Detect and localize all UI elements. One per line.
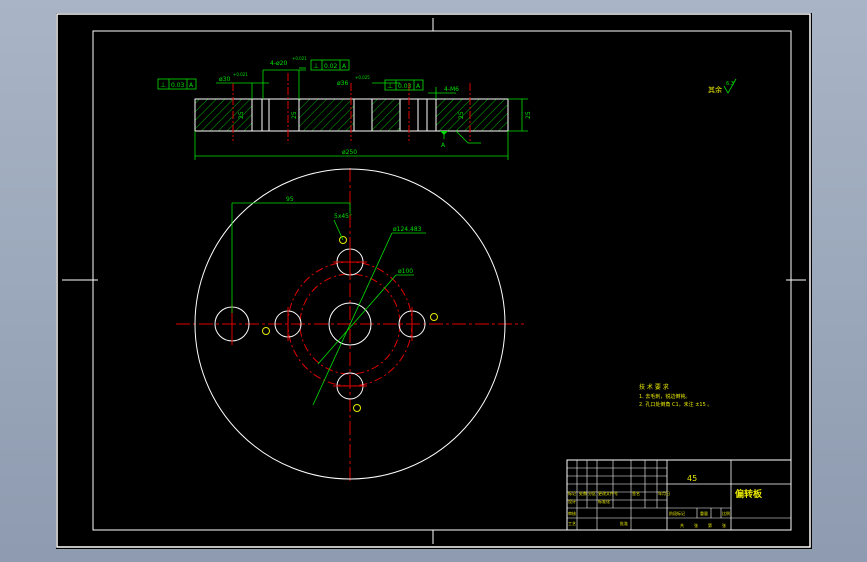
outer-border (56, 13, 811, 548)
svg-text:A: A (342, 63, 347, 70)
svg-text:批准: 批准 (620, 520, 628, 526)
dim-offset: 95 (286, 196, 294, 203)
svg-text:设计: 设计 (568, 498, 576, 504)
datum-symbol: A (440, 130, 481, 149)
tech-req-item-2: 2. 孔口处倒角 C1，未注 ±15 。 (639, 401, 712, 408)
dim-vertical-3: 25 (458, 111, 465, 119)
tol-box-3: ⊥ 0.03 A (384, 79, 424, 91)
part-name: 偏转板 (735, 488, 763, 500)
dim-hole-left-tol: +0.021 (233, 72, 248, 77)
svg-text:A: A (441, 142, 446, 149)
svg-text:工艺: 工艺 (568, 521, 576, 526)
tech-req-title: 技 术 要 求 (639, 383, 669, 391)
tol-box-1: ⊥ 0.03 A (157, 78, 197, 90)
svg-text:张: 张 (722, 522, 726, 528)
svg-text:⊥: ⊥ (160, 81, 166, 89)
svg-text:更改文件号: 更改文件号 (598, 490, 618, 496)
svg-text:比例: 比例 (722, 510, 730, 516)
svg-text:0.02: 0.02 (324, 63, 338, 70)
svg-text:标准化: 标准化 (598, 498, 610, 504)
tol-box-2: ⊥ 0.02 A (310, 59, 350, 71)
dim-hole-left: ø30 (219, 76, 230, 83)
svg-text:签名: 签名 (632, 490, 640, 496)
tech-req-item-1: 1. 去毛刺，锐边倒钝。 (639, 393, 690, 400)
section-hatch-3 (372, 99, 400, 131)
svg-text:⊥: ⊥ (313, 62, 319, 70)
dim-bore-center-tol: +0.025 (355, 75, 370, 80)
dim-holes-top: 4-ø20 (270, 60, 287, 67)
dim-vertical-1: 25 (238, 111, 245, 119)
dim-overall-diameter: ø250 (342, 149, 357, 156)
plan-view: 95 5x45° ø124.483 ø100 (176, 168, 524, 483)
svg-text:审核: 审核 (568, 510, 576, 516)
dim-pcd-small: ø100 (398, 268, 413, 275)
section-hatch-2 (299, 99, 354, 131)
thread-hole (430, 313, 438, 321)
thread-hole (262, 327, 270, 335)
dim-pcd-large: ø124.483 (393, 226, 422, 233)
svg-text:重量: 重量 (700, 510, 708, 516)
roughness-note: 其余 6.3 (708, 78, 737, 94)
section-view: ⊥ 0.03 A ⊥ 0.02 A ⊥ 0.03 A ø30 +0.021 4-… (157, 56, 737, 160)
drawing-sheet: ⊥ 0.03 A ⊥ 0.02 A ⊥ 0.03 A ø30 +0.021 4-… (56, 13, 812, 549)
svg-text:标记: 标记 (568, 490, 576, 496)
svg-text:分区: 分区 (588, 490, 596, 496)
svg-text:A: A (416, 83, 421, 90)
material-label: 45 (687, 474, 697, 483)
title-block: 标记 处数 分区 更改文件号 签名 年月日 设计 标准化 审核 工艺 批准 阶段… (566, 459, 792, 531)
cad-drawing: ⊥ 0.03 A ⊥ 0.02 A ⊥ 0.03 A ø30 +0.021 4-… (56, 13, 811, 548)
dim-angle: 5x45° (334, 213, 352, 220)
dim-holes-top-tol: +0.021 (292, 56, 307, 61)
leader-pcd-large (312, 232, 393, 406)
section-hatch-4 (436, 99, 508, 131)
svg-text:阶段标记: 阶段标记 (669, 510, 685, 516)
svg-text:其余: 其余 (708, 85, 722, 94)
svg-text:张: 张 (694, 522, 698, 528)
svg-text:0.03: 0.03 (398, 83, 412, 90)
technical-requirements: 技 术 要 求 1. 去毛刺，锐边倒钝。 2. 孔口处倒角 C1，未注 ±15 … (639, 383, 712, 408)
svg-text:⊥: ⊥ (387, 82, 393, 90)
svg-text:年月日: 年月日 (658, 490, 670, 496)
thread-hole (353, 404, 361, 412)
svg-text:A: A (189, 82, 194, 89)
dim-thickness: 25 (525, 111, 532, 119)
svg-text:共: 共 (680, 522, 684, 528)
dim-bore-center: ø36 (337, 80, 348, 87)
dim-thread: 4-M6 (444, 86, 459, 93)
svg-text:处数: 处数 (579, 490, 587, 496)
svg-text:第: 第 (708, 522, 712, 528)
dim-vertical-2: 25 (291, 111, 298, 119)
svg-text:0.03: 0.03 (171, 82, 185, 89)
